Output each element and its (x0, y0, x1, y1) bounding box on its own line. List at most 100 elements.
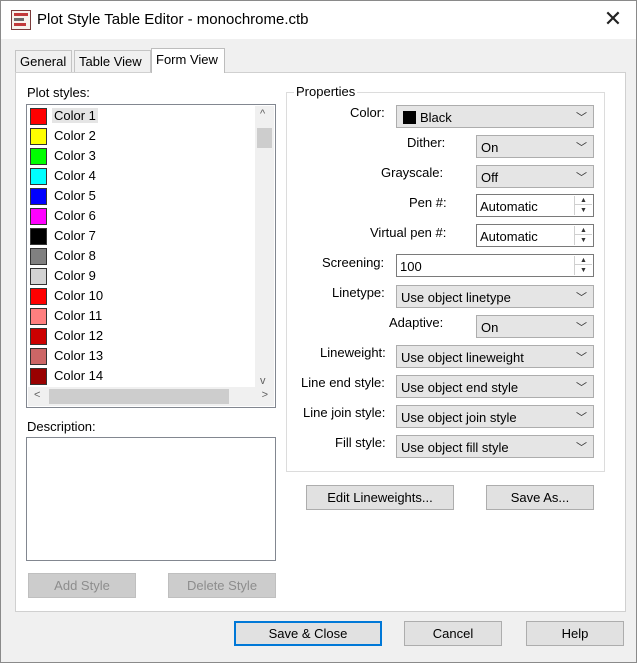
chevron-down-icon: ﹀ (576, 142, 587, 154)
list-item[interactable]: Color 7 (29, 226, 255, 246)
dither-label: Dither: (407, 135, 446, 150)
color-swatch (30, 108, 47, 125)
horizontal-scroll-thumb[interactable] (49, 389, 229, 404)
list-item[interactable]: Color 14 (29, 366, 255, 386)
list-item[interactable]: Color 9 (29, 266, 255, 286)
list-item[interactable]: Color 8 (29, 246, 255, 266)
description-field[interactable] (26, 437, 276, 561)
list-item-label: Color 6 (54, 208, 96, 223)
delete-style-button[interactable]: Delete Style (168, 573, 276, 598)
line-end-style-value: Use object end style (401, 380, 519, 395)
color-swatch (30, 228, 47, 245)
color-swatch (30, 148, 47, 165)
list-item-label: Color 11 (54, 308, 103, 323)
color-swatch (30, 208, 47, 225)
app-icon (11, 10, 31, 30)
color-swatch (30, 368, 47, 385)
list-item[interactable]: Color 4 (29, 166, 255, 186)
chevron-down-icon: ﹀ (576, 112, 587, 124)
color-swatch (30, 328, 47, 345)
fill-style-dropdown[interactable]: Use object fill style ﹀ (396, 435, 594, 458)
linetype-value: Use object linetype (401, 290, 511, 305)
help-button[interactable]: Help (526, 621, 624, 646)
list-item[interactable]: Color 12 (29, 326, 255, 346)
grayscale-value: Off (481, 170, 499, 185)
adaptive-dropdown[interactable]: On ﹀ (476, 315, 594, 338)
adaptive-value: On (481, 320, 499, 335)
screening-label: Screening: (322, 255, 385, 270)
color-swatch (30, 168, 47, 185)
plot-styles-list[interactable]: Color 1 Color 2 Color 3 Color 4 Color 5 Color… (26, 104, 276, 408)
scroll-down-arrow-icon[interactable]: v (260, 375, 266, 387)
virtual-pen-up-down[interactable]: ▲ ▼ (574, 226, 592, 245)
line-end-style-label: Line end style: (301, 375, 385, 390)
add-style-button[interactable]: Add Style (28, 573, 136, 598)
black-swatch (403, 111, 416, 124)
pen-label: Pen #: (409, 195, 447, 210)
list-item[interactable]: Color 6 (29, 206, 255, 226)
list-item-label: Color 5 (54, 188, 96, 203)
adaptive-label: Adaptive: (389, 315, 444, 330)
color-dropdown[interactable]: Black ﹀ (396, 105, 594, 128)
lineweight-label: Lineweight: (320, 345, 386, 360)
chevron-down-icon: ﹀ (576, 382, 587, 394)
cancel-button[interactable]: Cancel (404, 621, 502, 646)
list-item[interactable]: Color 1 (29, 106, 255, 126)
scroll-up-arrow-icon[interactable]: ^ (260, 108, 265, 120)
chevron-down-icon: ﹀ (576, 442, 587, 454)
tab-general[interactable]: General (15, 50, 72, 72)
list-item-label: Color 7 (54, 228, 96, 243)
fill-style-value: Use object fill style (401, 440, 509, 455)
save-close-button[interactable]: Save & Close (234, 621, 382, 646)
color-label: Color: (350, 105, 385, 120)
screening-up-down[interactable]: ▲ ▼ (574, 256, 592, 275)
tab-form-view[interactable]: Form View (151, 48, 225, 73)
grayscale-dropdown[interactable]: Off ﹀ (476, 165, 594, 188)
virtual-pen-value: Automatic (480, 229, 538, 244)
plot-styles-label: Plot styles: (27, 85, 90, 100)
scroll-right-arrow-icon[interactable]: > (262, 389, 268, 401)
plot-styles-horizontal-scrollbar[interactable]: < > (28, 387, 274, 406)
plot-styles-vertical-scrollbar[interactable]: ^ v (255, 106, 274, 389)
screening-spinner[interactable]: 100 ▲ ▼ (396, 254, 594, 277)
chevron-down-icon: ﹀ (576, 292, 587, 304)
window-title: Plot Style Table Editor - monochrome.ctb (37, 11, 309, 28)
linetype-label: Linetype: (332, 285, 385, 300)
color-swatch (30, 188, 47, 205)
description-label: Description: (27, 419, 96, 434)
plot-style-editor-window: Plot Style Table Editor - monochrome.ctb… (0, 0, 637, 663)
properties-title: Properties (294, 84, 358, 99)
scroll-left-arrow-icon[interactable]: < (34, 389, 40, 401)
list-item[interactable]: Color 3 (29, 146, 255, 166)
vertical-scroll-thumb[interactable] (257, 128, 272, 148)
virtual-pen-label: Virtual pen #: (370, 225, 447, 240)
close-icon[interactable]: ✕ (600, 7, 626, 33)
screening-value: 100 (400, 259, 422, 274)
chevron-down-icon: ﹀ (576, 412, 587, 424)
list-item-label: Color 2 (54, 128, 96, 143)
line-join-style-dropdown[interactable]: Use object join style ﹀ (396, 405, 594, 428)
chevron-down-icon: ﹀ (576, 322, 587, 334)
lineweight-dropdown[interactable]: Use object lineweight ﹀ (396, 345, 594, 368)
linetype-dropdown[interactable]: Use object linetype ﹀ (396, 285, 594, 308)
list-item-label: Color 12 (54, 328, 104, 343)
color-swatch (30, 268, 47, 285)
edit-lineweights-button[interactable]: Edit Lineweights... (306, 485, 454, 510)
virtual-pen-spinner[interactable]: Automatic ▲ ▼ (476, 224, 594, 247)
list-item-label: Color 14 (54, 368, 104, 383)
list-item-label: Color 4 (54, 168, 96, 183)
list-item[interactable]: Color 11 (29, 306, 255, 326)
list-item[interactable]: Color 5 (29, 186, 255, 206)
lineweight-value: Use object lineweight (401, 350, 524, 365)
pen-number-spinner[interactable]: Automatic ▲ ▼ (476, 194, 594, 217)
pen-up-down[interactable]: ▲ ▼ (574, 196, 592, 215)
color-swatch (30, 308, 47, 325)
list-item[interactable]: Color 13 (29, 346, 255, 366)
save-as-button[interactable]: Save As... (486, 485, 594, 510)
list-item[interactable]: Color 2 (29, 126, 255, 146)
list-item-label: Color 9 (54, 268, 96, 283)
line-end-style-dropdown[interactable]: Use object end style ﹀ (396, 375, 594, 398)
tab-table-view[interactable]: Table View (74, 50, 151, 72)
dither-dropdown[interactable]: On ﹀ (476, 135, 594, 158)
list-item[interactable]: Color 10 (29, 286, 255, 306)
